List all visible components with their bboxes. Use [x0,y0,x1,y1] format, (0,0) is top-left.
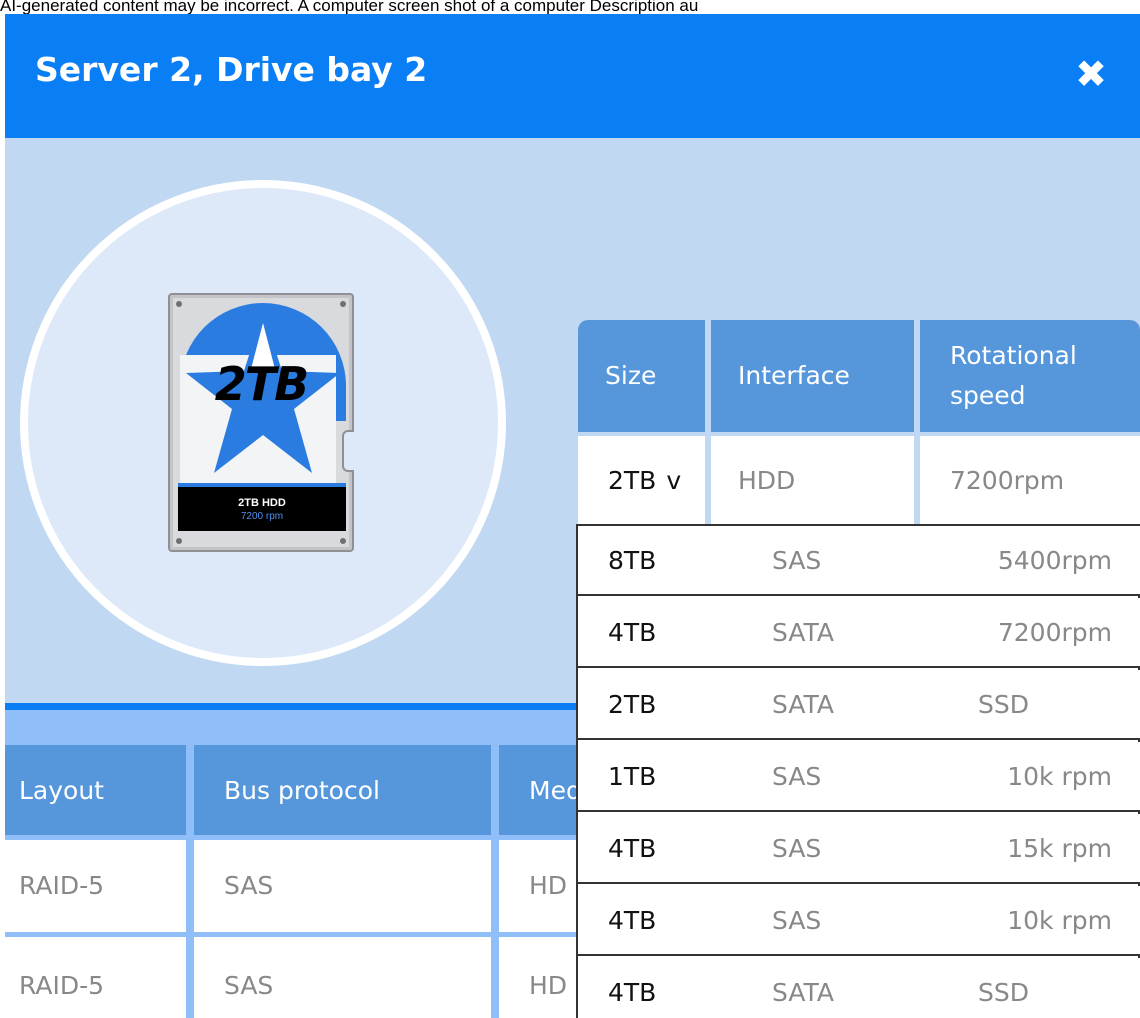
dropdown-option[interactable]: 4TB SATA SSD [578,958,1140,1018]
option-speed: SSD [978,690,1029,719]
drive-notch [342,430,354,472]
option-size: 4TB [608,978,657,1007]
header-size: Size [578,320,705,432]
close-button[interactable]: ✖ [1065,44,1117,104]
interface-value: HDD [711,436,914,524]
chevron-down-icon: v [666,465,682,495]
option-size: 8TB [608,546,657,575]
option-interface: SAS [772,762,822,791]
image-caption: AI-generated content may be incorrect. A… [0,0,699,14]
option-speed: 10k rpm [1007,762,1112,791]
dropdown-option[interactable]: 1TB SAS 10k rpm [578,742,1140,812]
dropdown-option[interactable]: 4TB SAS 15k rpm [578,814,1140,884]
table-cell-layout: RAID-5 [5,940,186,1018]
header-rotational-speed: Rotational speed [920,320,1140,432]
header-interface: Interface [711,320,914,432]
size-dropdown: 8TB SAS 5400rpm 4TB SATA 7200rpm 2TB SAT… [576,524,1140,1018]
option-size: 4TB [608,618,657,647]
dropdown-option[interactable]: 2TB SATA SSD [578,670,1140,740]
option-speed: 15k rpm [1007,834,1112,863]
table-cell-layout: RAID-5 [5,840,186,930]
option-interface: SATA [772,618,834,647]
option-size: 4TB [608,834,657,863]
screw-icon [176,301,182,307]
drive-size-text: 2TB [214,357,309,411]
option-interface: SAS [772,546,822,575]
option-interface: SATA [772,690,834,719]
header-bus-protocol: Bus protocol [194,745,491,835]
rotational-speed-value: 7200rpm [920,436,1140,524]
option-interface: SAS [772,834,822,863]
option-speed: 10k rpm [1007,906,1112,935]
drive-label-capacity: 2TB HDD [238,497,286,509]
option-speed: 7200rpm [997,618,1112,647]
screw-icon [340,301,346,307]
option-speed: 5400rpm [997,546,1112,575]
hard-drive-image: 2TB 2TB HDD 7200 rpm [168,293,354,552]
table-cell-bus-protocol: SAS [194,840,491,930]
table-cell-media: HD [499,940,579,1018]
dialog-header: Server 2, Drive bay 2 ✖ [5,14,1140,138]
screw-icon [340,538,346,544]
drive-label-speed: 7200 rpm [240,511,284,522]
header-layout: Layout [5,745,186,835]
dropdown-option[interactable]: 4TB SAS 10k rpm [578,886,1140,956]
option-size: 4TB [608,906,657,935]
table-divider [186,745,194,1018]
table-cell-media: HD [499,840,579,930]
option-interface: SAS [772,906,822,935]
dropdown-option[interactable]: 4TB SATA 7200rpm [578,598,1140,668]
size-select[interactable]: 2TB v [578,436,705,524]
option-size: 2TB [608,690,657,719]
header-media: Med [499,745,579,835]
dropdown-option[interactable]: 8TB SAS 5400rpm [578,526,1140,596]
close-icon: ✖ [1075,52,1107,96]
dialog-title: Server 2, Drive bay 2 [35,50,428,89]
table-divider [491,745,499,1018]
option-interface: SATA [772,978,834,1007]
table-cell-bus-protocol: SAS [194,940,491,1018]
size-select-value: 2TB [608,465,657,495]
drive-label: 2TB HDD 7200 rpm [178,483,346,531]
option-size: 1TB [608,762,657,791]
option-speed: SSD [978,978,1029,1007]
screw-icon [176,538,182,544]
